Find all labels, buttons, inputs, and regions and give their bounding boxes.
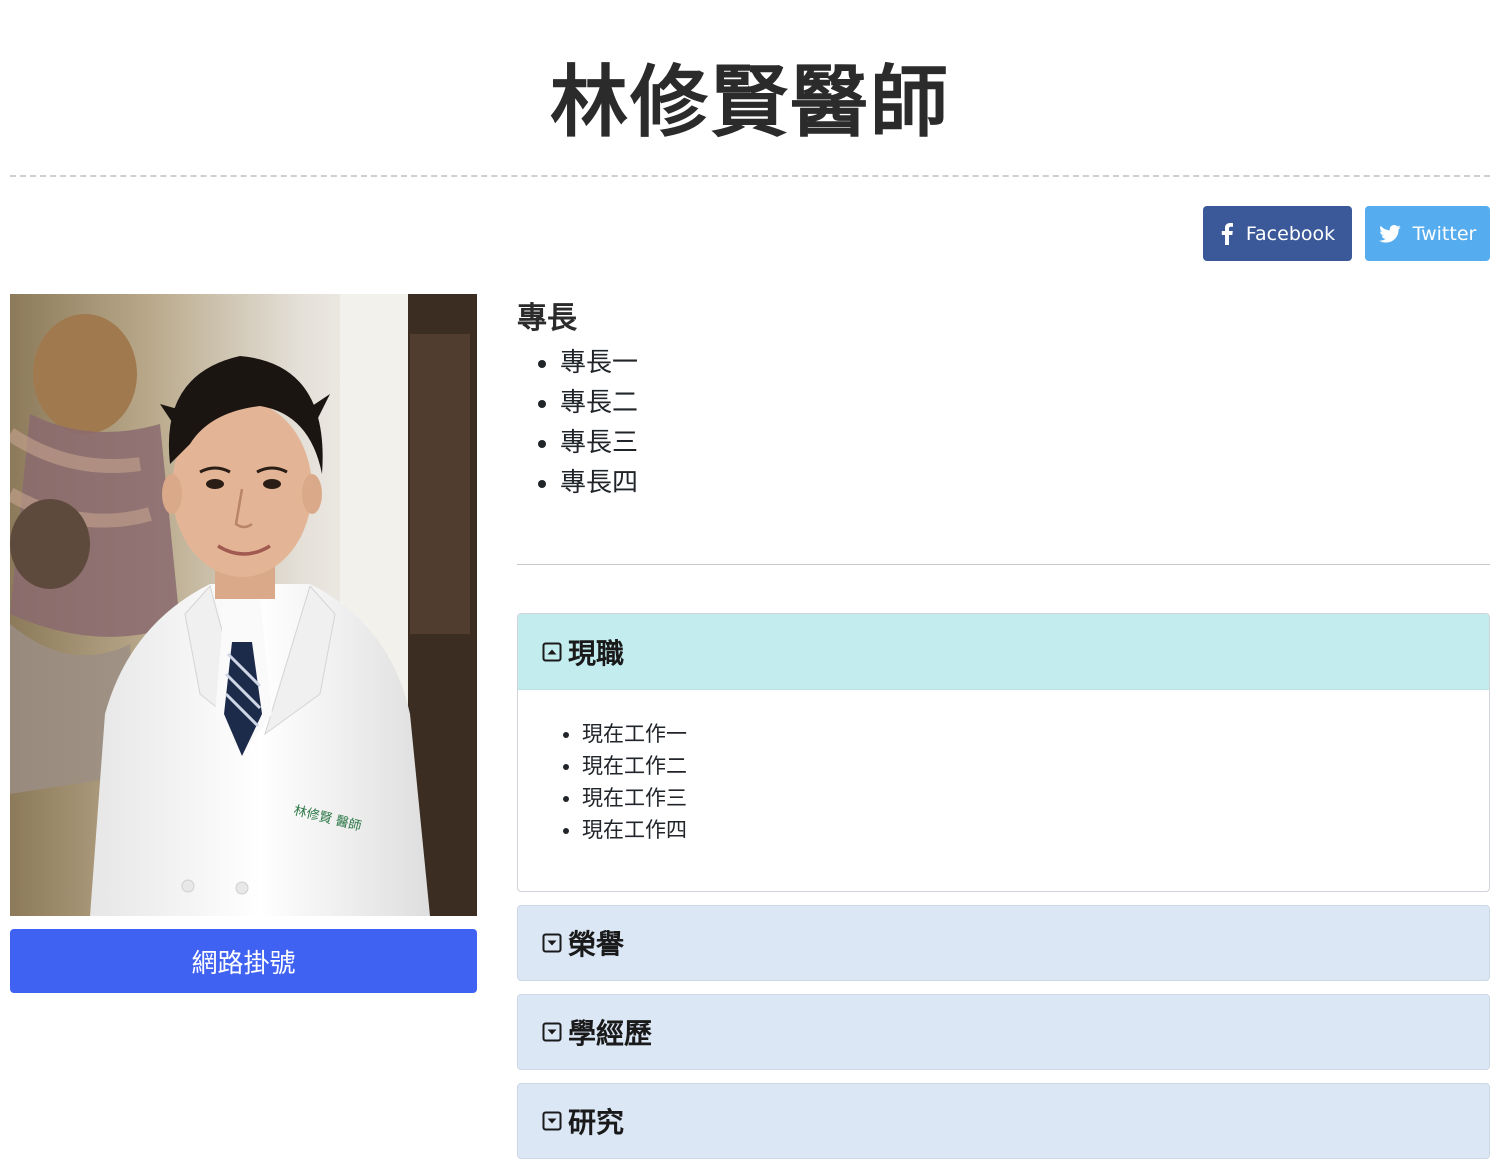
list-item: 現在工作二 xyxy=(582,750,1489,782)
doctor-photo: 林修賢 醫師 xyxy=(10,294,477,916)
online-registration-button[interactable]: 網路掛號 xyxy=(10,929,477,993)
accordion-body-current-position: 現在工作一 現在工作二 現在工作三 現在工作四 xyxy=(518,690,1489,846)
list-item: 現在工作三 xyxy=(582,782,1489,814)
specialty-item: 專長四 xyxy=(560,463,638,503)
specialty-item: 專長三 xyxy=(560,423,638,463)
list-item: 現在工作一 xyxy=(582,718,1489,750)
expand-down-icon xyxy=(542,1022,562,1042)
specialty-item: 專長一 xyxy=(560,343,638,383)
page-title: 林修賢醫師 xyxy=(549,58,950,148)
collapse-up-icon xyxy=(542,642,562,661)
section-divider xyxy=(517,564,1490,565)
facebook-share-button[interactable]: Facebook xyxy=(1203,206,1352,261)
twitter-icon xyxy=(1378,224,1401,243)
accordion-title: 榮譽 xyxy=(568,928,625,961)
accordion-header-honors[interactable]: 榮譽 xyxy=(517,905,1490,981)
facebook-icon xyxy=(1221,222,1233,245)
accordion-title: 現職 xyxy=(568,636,625,670)
title-divider xyxy=(10,175,1490,177)
accordion-header-education[interactable]: 學經歷 xyxy=(517,994,1490,1070)
specialty-heading: 專長 xyxy=(517,301,577,336)
accordion-panel-current-position: 現職 現在工作一 現在工作二 現在工作三 現在工作四 xyxy=(517,613,1490,892)
expand-down-icon xyxy=(542,933,562,953)
list-item: 現在工作四 xyxy=(582,814,1489,846)
accordion-header-research[interactable]: 研究 xyxy=(517,1083,1490,1159)
accordion-title: 研究 xyxy=(568,1106,625,1139)
current-position-list: 現在工作一 現在工作二 現在工作三 現在工作四 xyxy=(582,718,1489,846)
accordion-title: 學經歷 xyxy=(568,1017,653,1050)
facebook-label: Facebook xyxy=(1245,222,1336,245)
expand-down-icon xyxy=(542,1111,562,1131)
accordion-header-current-position[interactable]: 現職 xyxy=(518,614,1489,690)
twitter-label: Twitter xyxy=(1412,222,1477,245)
twitter-share-button[interactable]: Twitter xyxy=(1365,206,1490,261)
specialty-list: 專長一 專長二 專長三 專長四 xyxy=(560,343,638,503)
specialty-item: 專長二 xyxy=(560,383,638,423)
